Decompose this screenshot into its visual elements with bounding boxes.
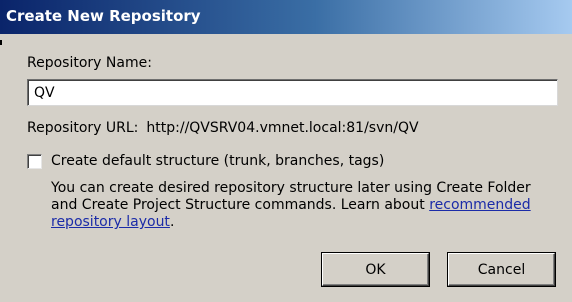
repository-url-row: Repository URL: http://QVSRV04.vmnet.loca… bbox=[27, 120, 419, 136]
title-bar[interactable]: Create New Repository bbox=[0, 0, 572, 34]
repository-url-label: Repository URL: bbox=[27, 120, 139, 136]
repository-name-label: Repository Name: bbox=[27, 55, 152, 71]
description-end: . bbox=[169, 214, 175, 230]
window-edge-mark bbox=[0, 40, 2, 45]
repository-url-value: http://QVSRV04.vmnet.local:81/svn/QV bbox=[146, 120, 419, 136]
ok-button[interactable]: OK bbox=[322, 253, 429, 286]
create-repository-dialog: Create New Repository Repository Name: R… bbox=[0, 0, 572, 302]
structure-description: You can create desired repository struct… bbox=[51, 180, 551, 231]
default-structure-label[interactable]: Create default structure (trunk, branche… bbox=[51, 153, 384, 169]
repository-name-input[interactable] bbox=[27, 79, 558, 106]
cancel-button[interactable]: Cancel bbox=[448, 253, 555, 286]
dialog-title: Create New Repository bbox=[6, 7, 201, 25]
default-structure-checkbox[interactable] bbox=[27, 154, 42, 169]
